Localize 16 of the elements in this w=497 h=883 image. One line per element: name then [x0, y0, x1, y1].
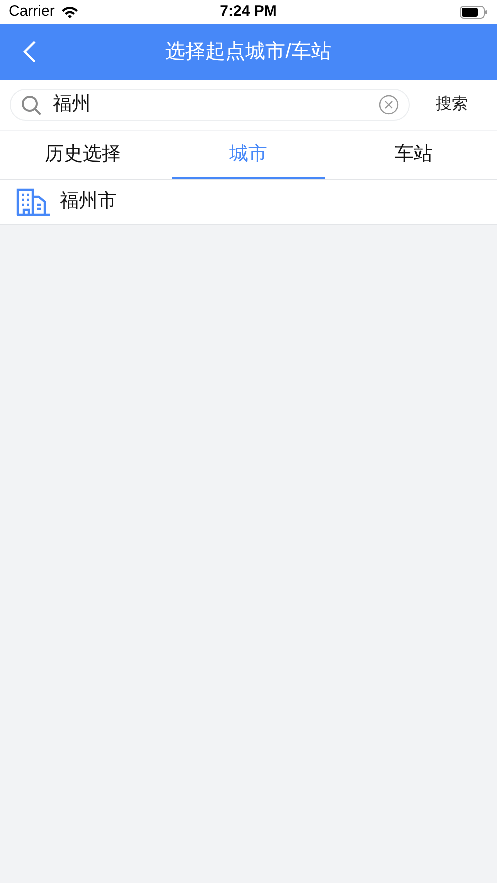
search-field[interactable]: 福州 — [10, 89, 410, 121]
tab[interactable]: 车站 — [337, 131, 492, 179]
city-row[interactable]: 福州市 — [0, 180, 497, 225]
city-name: 福州市 — [60, 190, 117, 214]
search-value: 福州 — [53, 92, 91, 117]
clear-icon[interactable] — [379, 95, 399, 115]
back-icon — [23, 40, 37, 64]
page-title: 选择起点城市/车站 — [166, 40, 332, 65]
tab[interactable]: 历史选择 — [6, 131, 160, 179]
clock-time: 7:24 PM — [220, 2, 277, 22]
search-icon — [21, 94, 42, 116]
search-button[interactable]: 搜索 — [436, 93, 468, 117]
battery-icon — [460, 6, 488, 18]
wifi-icon — [60, 6, 79, 18]
carrier-label: Carrier — [9, 2, 55, 22]
building-icon — [16, 188, 51, 216]
